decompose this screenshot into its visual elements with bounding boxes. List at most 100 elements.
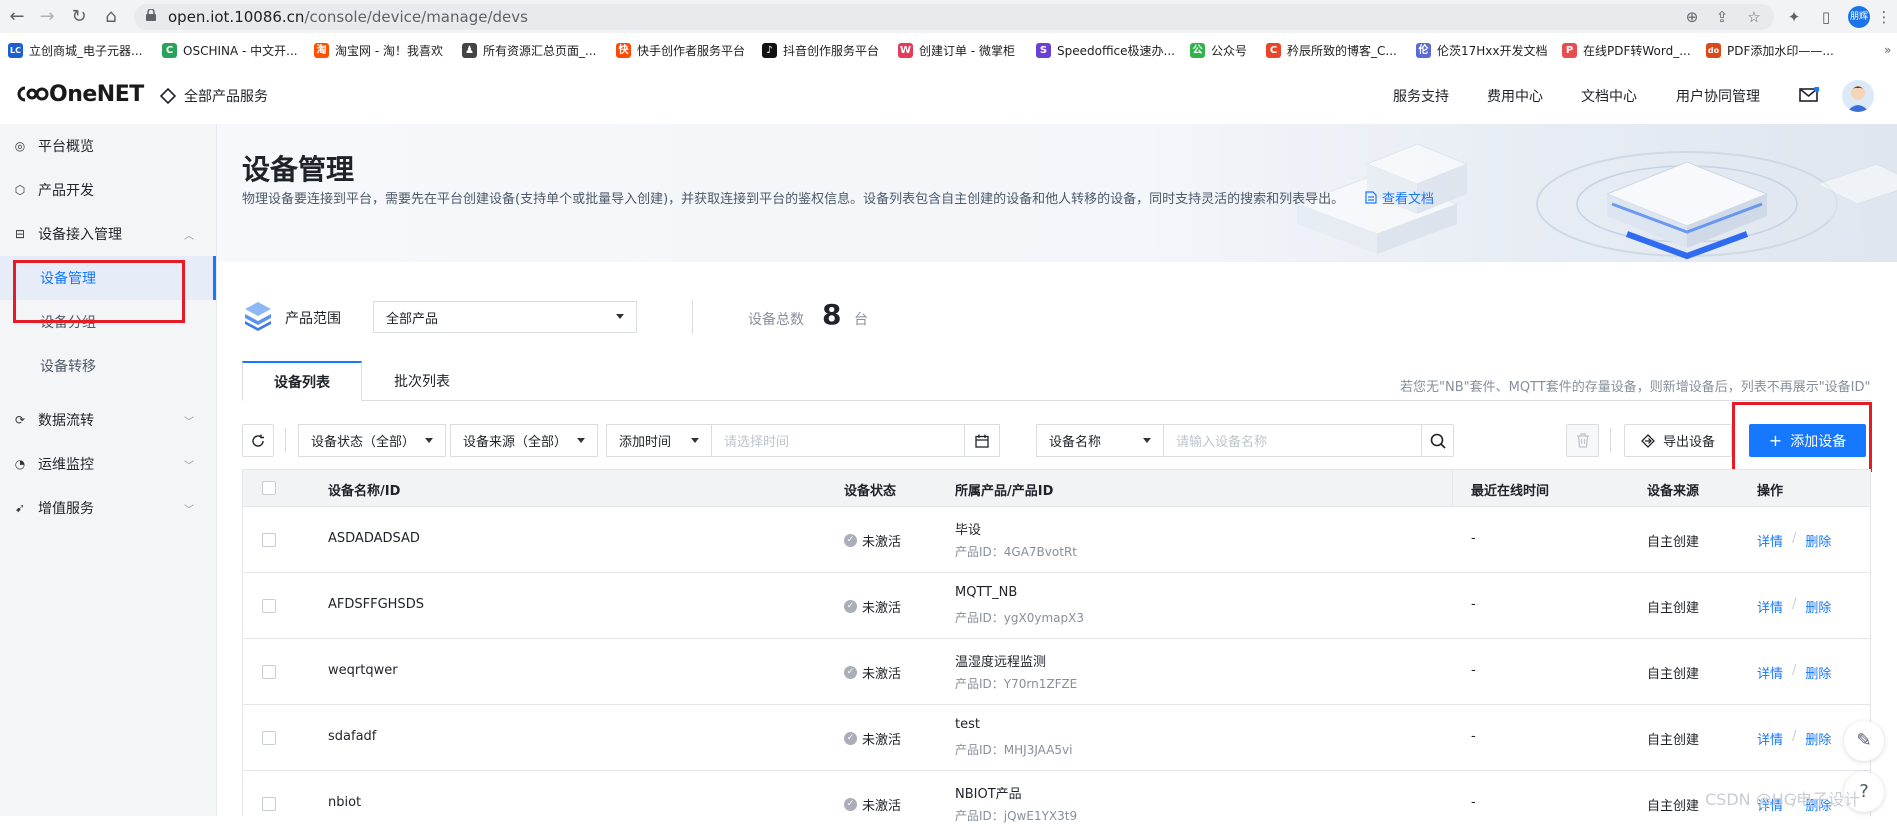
detail-link[interactable]: 详情: [1757, 531, 1783, 550]
tab-device-list[interactable]: 设备列表: [242, 361, 362, 401]
view-docs-link[interactable]: 查看文档: [1365, 188, 1434, 207]
last-online-time: -: [1471, 795, 1476, 810]
tab-batch-list[interactable]: 批次列表: [362, 361, 482, 401]
nav-docs-center[interactable]: 文档中心: [1581, 86, 1637, 106]
detail-link[interactable]: 详情: [1757, 663, 1783, 682]
nav-billing-center[interactable]: 费用中心: [1487, 86, 1543, 106]
row-checkbox[interactable]: [262, 797, 276, 811]
search-button[interactable]: [1421, 424, 1454, 457]
caret-down-icon: [691, 437, 699, 443]
forward-icon[interactable]: →: [36, 6, 58, 28]
all-products-menu[interactable]: 全部产品服务: [160, 86, 268, 106]
device-name[interactable]: ASDADADSAD: [328, 531, 420, 546]
bookmark-item[interactable]: ♪ 抖音创作服务平台: [762, 41, 879, 59]
delete-batch-button[interactable]: [1566, 424, 1599, 457]
extensions-icon[interactable]: ✦: [1784, 7, 1804, 27]
add-time-select[interactable]: 添加时间: [606, 424, 712, 457]
back-icon[interactable]: ←: [6, 6, 28, 28]
bookmark-item[interactable]: P 在线PDF转Word_...: [1562, 41, 1691, 59]
product-id: 产品ID：4GA7BvotRt: [955, 545, 1077, 559]
bookmark-item[interactable]: C 矜辰所致的博客_C...: [1266, 41, 1397, 59]
tab-underline: [242, 400, 1871, 401]
kuaishou-icon: 快: [616, 42, 631, 58]
bookmark-item[interactable]: 伦伦茨17Hxx开发文档: [1416, 41, 1548, 59]
status-inactive-icon: ✓: [844, 534, 857, 547]
bookmark-star-icon[interactable]: ☆: [1744, 7, 1764, 27]
device-name[interactable]: nbiot: [328, 795, 361, 810]
user-avatar[interactable]: [1842, 80, 1874, 112]
delete-link[interactable]: 删除: [1805, 663, 1831, 682]
profile-avatar[interactable]: 朋辉: [1848, 6, 1870, 28]
taobao-icon: 淘: [314, 42, 329, 58]
nav-user-collab[interactable]: 用户协同管理: [1676, 86, 1760, 106]
delete-link[interactable]: 删除: [1805, 597, 1831, 616]
mail-icon[interactable]: [1799, 87, 1819, 103]
reload-icon[interactable]: ↻: [68, 6, 90, 28]
search-field-select[interactable]: 设备名称: [1036, 424, 1164, 457]
device-source: 自主创建: [1647, 535, 1700, 550]
device-source-select[interactable]: 设备来源（全部）: [450, 424, 598, 457]
bookmarks-more-icon[interactable]: »: [1884, 41, 1891, 59]
select-all-checkbox[interactable]: [262, 481, 276, 495]
export-devices-button[interactable]: 导出设备: [1624, 424, 1732, 457]
device-name[interactable]: sdafadf: [328, 729, 376, 744]
row-checkbox[interactable]: [262, 731, 276, 745]
bookmark-item[interactable]: W 创建订单 - 微掌柜: [898, 41, 1015, 59]
delete-link[interactable]: 删除: [1805, 729, 1831, 748]
product-icon: ⬡: [14, 183, 26, 197]
table-row: [242, 507, 1871, 573]
product-scope-select[interactable]: 全部产品: [373, 301, 637, 333]
row-checkbox[interactable]: [262, 533, 276, 547]
device-name-search-input[interactable]: 请输入设备名称: [1163, 424, 1422, 457]
detail-link[interactable]: 详情: [1757, 597, 1783, 616]
product-scope-label: 产品范围: [285, 311, 341, 327]
device-name[interactable]: AFDSFFGHSDS: [328, 597, 424, 612]
share-icon[interactable]: ⇪: [1712, 7, 1732, 27]
sidebar-subitem-device-transfer[interactable]: 设备转移: [0, 344, 216, 388]
device-status: ✓ 未激活: [844, 795, 901, 814]
feedback-edit-icon[interactable]: ✎: [1844, 721, 1884, 761]
zoom-icon[interactable]: ⊕: [1682, 7, 1702, 27]
status-inactive-icon: ✓: [844, 600, 857, 613]
row-checkbox[interactable]: [262, 665, 276, 679]
bookmark-item[interactable]: C OSCHINA - 中文开...: [162, 41, 298, 59]
bookmark-item[interactable]: 公公众号: [1190, 41, 1247, 59]
sidebar-item-device-access[interactable]: ⊟ 设备接入管理 ︿: [0, 212, 216, 256]
bookmark-item[interactable]: LC 立创商城_电子元器...: [8, 41, 142, 59]
sidebar-item-value-added[interactable]: ➹ 增值服务 ﹀: [0, 486, 216, 530]
weizhanggui-icon: W: [898, 42, 913, 58]
device-source: 自主创建: [1647, 733, 1700, 748]
bookmark-item[interactable]: do PDF添加水印——...: [1706, 41, 1834, 59]
url-text: open.iot.10086.cn/console/device/manage/…: [168, 8, 528, 26]
time-range-input[interactable]: 请选择时间: [712, 424, 1000, 457]
refresh-button[interactable]: [242, 424, 274, 457]
onenet-logo[interactable]: OneNET: [15, 82, 144, 107]
sidebar-item-overview[interactable]: ◎ 平台概览: [0, 124, 216, 168]
device-name[interactable]: weqrtqwer: [328, 663, 398, 678]
sidepanel-icon[interactable]: ▯: [1816, 7, 1836, 27]
browser-menu-icon[interactable]: ⋮: [1874, 7, 1894, 27]
caret-down-icon: [577, 437, 585, 443]
sidebar-item-dataflow[interactable]: ⟳ 数据流转 ﹀: [0, 398, 216, 442]
device-status-select[interactable]: 设备状态（全部）: [298, 424, 446, 457]
calendar-icon[interactable]: [964, 425, 999, 456]
row-actions: 详情 / 删除: [1757, 663, 1831, 682]
bookmark-item[interactable]: S Speedoffice极速办...: [1036, 41, 1175, 59]
annotation-highlight-box: [1732, 402, 1872, 472]
bookmark-item[interactable]: 淘淘宝网 - 淘！我喜欢: [314, 41, 443, 59]
caret-down-icon: [616, 314, 624, 319]
chevron-up-icon: ︿: [184, 230, 194, 242]
page-title: 设备管理: [242, 153, 355, 186]
detail-link[interactable]: 详情: [1757, 729, 1783, 748]
product-id: 产品ID：ygX0ymapX3: [955, 611, 1084, 625]
dataflow-icon: ⟳: [14, 413, 26, 427]
sidebar-item-monitor[interactable]: ◔ 运维监控 ﹀: [0, 442, 216, 486]
sidebar-item-product-dev[interactable]: ⬡ 产品开发: [0, 168, 216, 212]
divider: [692, 300, 693, 334]
delete-link[interactable]: 删除: [1805, 531, 1831, 550]
home-icon[interactable]: ⌂: [100, 6, 122, 28]
bookmark-item[interactable]: 快快手创作者服务平台: [616, 41, 745, 59]
nav-service-support[interactable]: 服务支持: [1393, 86, 1449, 106]
row-checkbox[interactable]: [262, 599, 276, 613]
bookmark-item[interactable]: ♟ 所有资源汇总页面_...: [462, 41, 596, 59]
